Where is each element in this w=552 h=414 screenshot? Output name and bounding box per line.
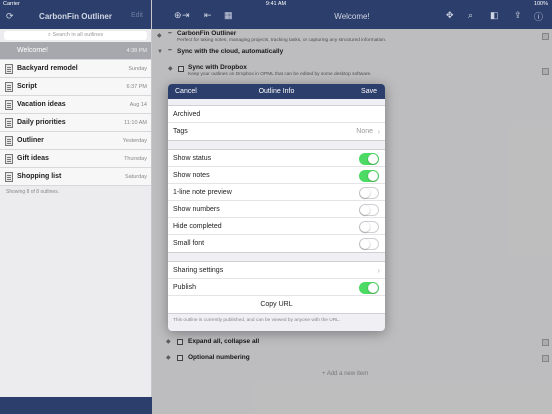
outline-date: 11:10 AM xyxy=(124,120,147,126)
show-status-toggle[interactable] xyxy=(359,153,379,165)
tags-label: Tags xyxy=(173,128,188,135)
outline-date: Sunday xyxy=(128,66,147,72)
outline-name: Welcome! xyxy=(17,47,48,54)
option-label: Show notes xyxy=(173,172,210,179)
outline-name: Daily priorities xyxy=(17,119,66,126)
publish-footnote: This outline is currently published, and… xyxy=(173,318,341,323)
option-row-hide-completed: Hide completed xyxy=(168,218,385,235)
share-icon[interactable]: ⇪ xyxy=(514,10,522,21)
edit-button[interactable]: Edit xyxy=(131,12,143,19)
outline-date: 4:38 PM xyxy=(126,48,147,54)
document-icon xyxy=(5,136,13,146)
outline-item-vacation-ideas[interactable]: Vacation ideas Aug 14 xyxy=(0,96,151,114)
outline-name: Gift ideas xyxy=(17,155,49,162)
outline-name: Backyard remodel xyxy=(17,65,78,72)
move-icon[interactable]: ✥ xyxy=(446,10,454,21)
outline-name: Vacation ideas xyxy=(17,101,66,108)
option-row-show-numbers: Show numbers xyxy=(168,201,385,218)
document-icon xyxy=(5,118,13,128)
chevron-right-icon: › xyxy=(377,127,380,136)
option-row-small-font: Small font xyxy=(168,235,385,252)
option-label: Small font xyxy=(173,240,205,247)
outline-item-backyard-remodel[interactable]: Backyard remodel Sunday xyxy=(0,60,151,78)
clock: 9:41 AM xyxy=(265,1,287,7)
metadata-group: Archived Tags None › xyxy=(168,105,385,141)
note-preview-toggle[interactable] xyxy=(359,187,379,199)
option-label: 1-line note preview xyxy=(173,189,232,196)
archived-row[interactable]: Archived xyxy=(168,106,385,123)
search-icon[interactable]: ⌕ xyxy=(468,10,473,21)
battery-level: 100% xyxy=(533,1,548,7)
document-icon xyxy=(5,64,13,74)
publish-row: Publish xyxy=(168,279,385,296)
document-icon xyxy=(5,154,13,164)
outline-name: Script xyxy=(17,83,37,90)
tags-value: None xyxy=(356,128,373,135)
option-label: Hide completed xyxy=(173,223,222,230)
show-notes-toggle[interactable] xyxy=(359,170,379,182)
outline-item-script[interactable]: Script 6:37 PM xyxy=(0,78,151,96)
save-button[interactable]: Save xyxy=(361,88,377,95)
sidebar-title: CarbonFin Outliner xyxy=(39,12,112,21)
outline-item-shopping-list[interactable]: Shopping list Saturday xyxy=(0,168,151,186)
document-icon xyxy=(5,82,13,92)
display-icon[interactable]: ◧ xyxy=(490,10,499,21)
dialog-title: Outline Info xyxy=(258,88,295,95)
sidebar-bottom-bar xyxy=(0,397,152,414)
hide-completed-toggle[interactable] xyxy=(359,221,379,233)
option-row-show-notes: Show notes xyxy=(168,167,385,184)
outline-name: Outliner xyxy=(17,137,44,144)
document-icon xyxy=(5,172,13,182)
option-row-show-status: Show status xyxy=(168,150,385,167)
info-icon[interactable]: ⓘ xyxy=(534,10,543,23)
outline-list: Welcome! 4:38 PM Backyard remodel Sunday… xyxy=(0,42,151,186)
sharing-group: Sharing settings › Publish Copy URL xyxy=(168,261,385,314)
tags-row[interactable]: Tags None › xyxy=(168,123,385,140)
outline-date: Saturday xyxy=(124,174,147,180)
outline-count: Showing 8 of 8 outlines. xyxy=(6,189,60,195)
outline-date: Aug 14 xyxy=(129,102,147,108)
copy-url-button[interactable]: Copy URL xyxy=(168,301,385,308)
dialog-header: Cancel Outline Info Save xyxy=(168,84,385,99)
show-numbers-toggle[interactable] xyxy=(359,204,379,216)
outline-date: Yesterday xyxy=(122,138,147,144)
copy-url-row: Copy URL xyxy=(168,296,385,313)
option-row-note-preview: 1-line note preview xyxy=(168,184,385,201)
outline-date: 6:37 PM xyxy=(126,84,147,90)
outline-name: Shopping list xyxy=(17,173,62,180)
option-label: Show numbers xyxy=(173,206,220,213)
sharing-settings-label: Sharing settings xyxy=(173,267,224,274)
small-font-toggle[interactable] xyxy=(359,238,379,250)
outline-info-dialog: Cancel Outline Info Save Archived Tags N… xyxy=(168,84,385,331)
publish-toggle[interactable] xyxy=(359,282,379,294)
status-bar: Carrier 9:41 AM 100% xyxy=(0,0,552,8)
sharing-settings-row[interactable]: Sharing settings › xyxy=(168,262,385,279)
search-input[interactable]: ⌕ Search in all outlines xyxy=(4,31,147,40)
outline-item-daily-priorities[interactable]: Daily priorities 11:10 AM xyxy=(0,114,151,132)
archived-label: Archived xyxy=(173,111,201,118)
chevron-right-icon: › xyxy=(377,266,380,275)
outline-sidebar: ⟳ CarbonFin Outliner Edit ⌕ Search in al… xyxy=(0,0,152,414)
search-placeholder: Search in all outlines xyxy=(52,32,104,38)
search-bar: ⌕ Search in all outlines xyxy=(0,29,151,42)
publish-label: Publish xyxy=(173,284,196,291)
document-icon xyxy=(5,100,13,110)
outline-date: Thursday xyxy=(124,156,147,162)
outline-item-welcome[interactable]: Welcome! 4:38 PM xyxy=(0,42,151,60)
display-options-group: Show status Show notes 1-line note previ… xyxy=(168,149,385,253)
option-label: Show status xyxy=(173,155,212,162)
outline-item-outliner[interactable]: Outliner Yesterday xyxy=(0,132,151,150)
outline-item-gift-ideas[interactable]: Gift ideas Thursday xyxy=(0,150,151,168)
